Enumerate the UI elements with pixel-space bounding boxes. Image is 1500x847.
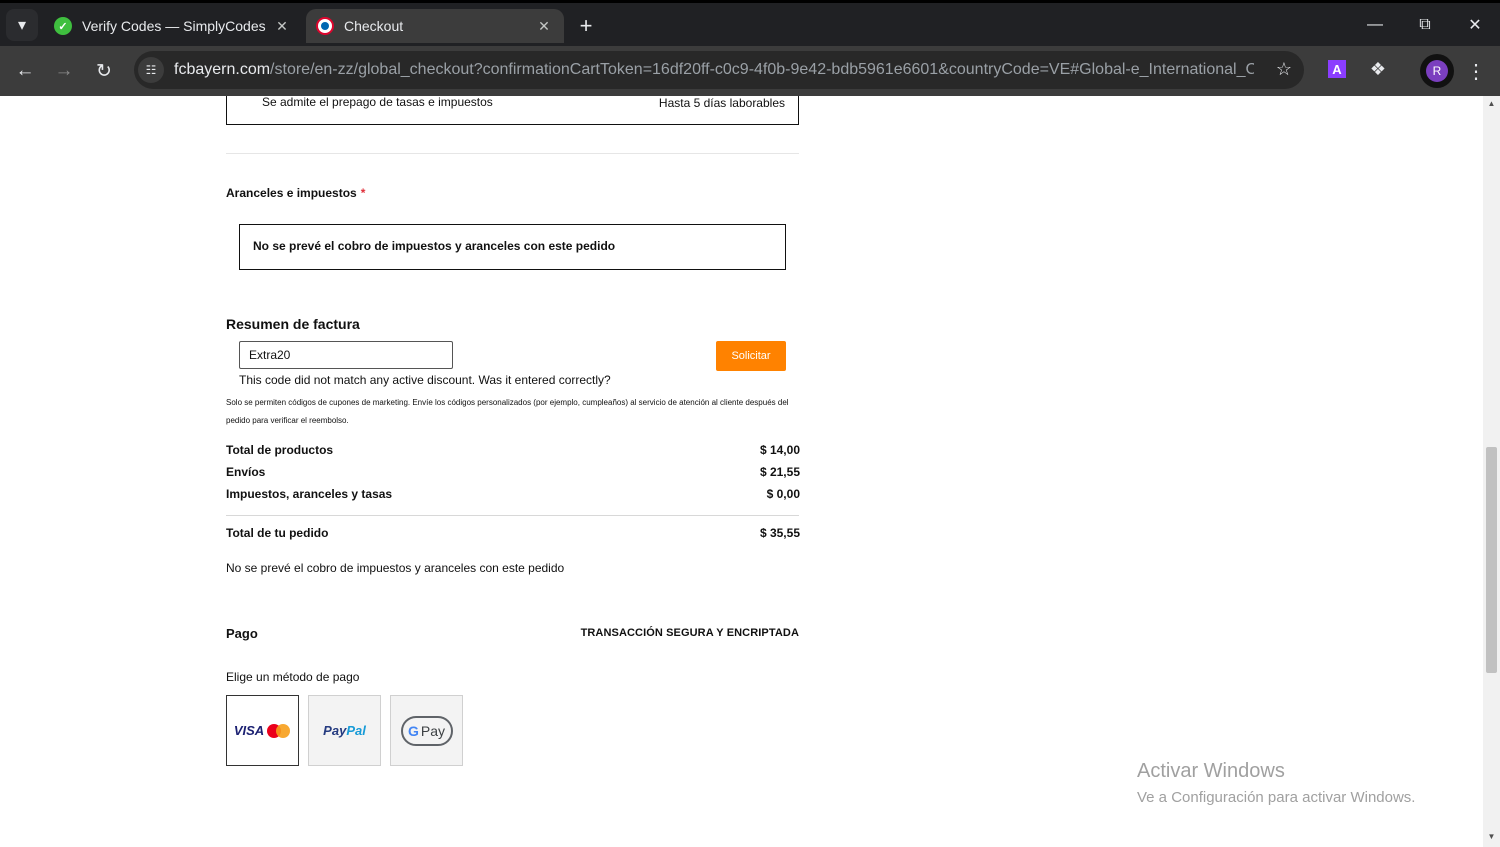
url-text[interactable]: fcbayern.com/store/en-zz/global_checkout… xyxy=(174,61,1254,79)
visa-logo: VISA xyxy=(233,723,265,738)
apply-coupon-button[interactable]: Solicitar xyxy=(716,341,786,371)
site-info-icon[interactable]: ☷ xyxy=(138,57,164,83)
summary-label: Envíos xyxy=(226,465,266,479)
tab-search-button[interactable]: ▾ xyxy=(6,9,38,41)
summary-row-shipping: Envíos $ 21,55 xyxy=(226,465,800,479)
paypal-logo-part2: Pal xyxy=(346,723,366,738)
watermark-title: Activar Windows xyxy=(1137,760,1285,782)
address-bar[interactable]: ☷ fcbayern.com/store/en-zz/global_checko… xyxy=(134,51,1304,89)
duties-note: No se prevé el cobro de impuestos y aran… xyxy=(226,561,565,575)
mastercard-icon xyxy=(267,723,291,739)
prepay-text: Se admite el prepago de tasas e impuesto… xyxy=(262,96,493,109)
windows-activation-watermark: Activar Windows Ve a Configuración para … xyxy=(1137,760,1415,806)
total-label: Total de tu pedido xyxy=(226,526,329,540)
reload-button[interactable]: ↻ xyxy=(88,55,120,87)
fc-bayern-icon xyxy=(316,17,334,35)
duties-option[interactable]: No se prevé el cobro de impuestos y aran… xyxy=(239,224,786,270)
duties-title-text: Aranceles e impuestos xyxy=(226,186,357,200)
tab-title: Checkout xyxy=(344,18,404,34)
paypal-logo: PayPal xyxy=(323,723,366,738)
watermark-subtitle: Ve a Configuración para activar Windows. xyxy=(1137,789,1416,806)
google-g-icon: G xyxy=(407,722,419,739)
summary-row-total: Total de tu pedido $ 35,55 xyxy=(226,526,800,540)
minimize-button[interactable]: — xyxy=(1350,3,1400,46)
toolbar: ← → ↻ ☷ fcbayern.com/store/en-zz/global_… xyxy=(0,46,1500,96)
url-path: /store/en-zz/global_checkout?confirmatio… xyxy=(270,61,1254,78)
close-window-button[interactable]: ✕ xyxy=(1450,3,1500,46)
section-divider xyxy=(226,153,799,154)
coupon-note: Solo se permiten códigos de cupones de m… xyxy=(226,398,789,425)
url-host: fcbayern.com xyxy=(174,61,271,78)
tab-simplycodes[interactable]: ✓ Verify Codes — SimplyCodes ✕ xyxy=(44,9,302,43)
required-mark: * xyxy=(360,186,366,200)
summary-label: Impuestos, aranceles y tasas xyxy=(226,487,393,501)
bookmark-star-icon[interactable]: ☆ xyxy=(1276,59,1292,80)
summary-divider xyxy=(226,515,799,516)
summary-value: $ 0,00 xyxy=(766,487,800,501)
choose-payment-label: Elige un método de pago xyxy=(226,670,360,684)
close-icon[interactable]: ✕ xyxy=(534,18,554,35)
google-pay-text: Pay xyxy=(420,722,445,739)
paypal-logo-part1: Pay xyxy=(323,723,347,738)
checkout-page: Se admite el prepago de tasas e impuesto… xyxy=(0,96,1483,847)
scrollbar-thumb[interactable] xyxy=(1486,447,1497,673)
payment-title: Pago xyxy=(226,626,258,641)
summary-value: $ 21,55 xyxy=(759,465,800,479)
tab-title: Verify Codes — SimplyCodes xyxy=(82,18,266,34)
summary-label: Total de productos xyxy=(226,443,334,457)
payment-method-googlepay[interactable]: G Pay xyxy=(390,695,463,766)
summary-row-taxes: Impuestos, aranceles y tasas $ 0,00 xyxy=(226,487,800,501)
scroll-up-icon[interactable]: ▲ xyxy=(1483,99,1500,111)
shipping-option-box[interactable]: Se admite el prepago de tasas e impuesto… xyxy=(226,96,799,125)
profile-initial: R xyxy=(1426,60,1448,82)
close-icon[interactable]: ✕ xyxy=(272,18,292,35)
summary-value: $ 14,00 xyxy=(759,443,800,457)
new-tab-button[interactable]: + xyxy=(572,12,600,40)
extensions-puzzle-icon[interactable]: ❖ xyxy=(1366,57,1390,81)
profile-avatar[interactable]: R xyxy=(1420,54,1454,88)
payment-method-paypal[interactable]: PayPal xyxy=(308,695,381,766)
back-button[interactable]: ← xyxy=(9,55,41,87)
restore-button[interactable]: ⧉ xyxy=(1400,3,1450,46)
payment-method-card[interactable]: VISA xyxy=(226,695,299,766)
more-menu-icon[interactable]: ⋮ xyxy=(1464,57,1488,85)
extension-icon[interactable]: A xyxy=(1328,60,1346,78)
forward-button[interactable]: → xyxy=(48,55,80,87)
simplycodes-icon: ✓ xyxy=(54,17,72,35)
scroll-down-icon[interactable]: ▼ xyxy=(1483,832,1500,844)
tab-checkout[interactable]: Checkout ✕ xyxy=(306,9,564,43)
duties-option-text: No se prevé el cobro de impuestos y aran… xyxy=(253,239,616,253)
google-pay-logo: G Pay xyxy=(400,715,453,746)
coupon-input[interactable] xyxy=(239,341,453,369)
tab-strip: ▾ ✓ Verify Codes — SimplyCodes ✕ Checkou… xyxy=(0,0,1500,46)
duties-title: Aranceles e impuestos * xyxy=(226,186,365,200)
total-value: $ 35,55 xyxy=(759,526,800,540)
coupon-error-message: This code did not match any active disco… xyxy=(239,373,611,387)
summary-title: Resumen de factura xyxy=(226,316,360,332)
summary-row-products: Total de productos $ 14,00 xyxy=(226,443,800,457)
secure-transaction-label: TRANSACCIÓN SEGURA Y ENCRIPTADA xyxy=(580,627,799,639)
page-scrollbar[interactable]: ▲ ▼ xyxy=(1483,96,1500,847)
delivery-time: Hasta 5 días laborables xyxy=(658,96,785,110)
chevron-down-icon: ▾ xyxy=(17,17,27,34)
